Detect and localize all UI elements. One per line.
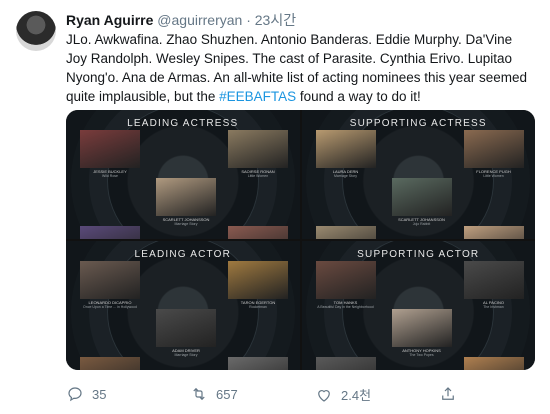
nominee-photo	[156, 178, 216, 216]
tweet-time[interactable]: 23시간	[255, 12, 296, 28]
nominee-film: Jojo Rabbit	[412, 222, 431, 226]
nominee-card: JOE PESCIThe Irishman	[315, 357, 376, 370]
nominee-card: LEONARDO DICAPRIO Once Upon a Time ... in…	[80, 261, 140, 309]
share-icon	[442, 387, 454, 400]
nominee-card: ANTHONY HOPKINS The Two Popes	[391, 309, 452, 357]
nominee-photo	[391, 309, 452, 347]
panel-title: LEADING ACTRESS	[127, 118, 239, 129]
tweet-header: Ryan Aguirre @aguirreryan · 23시간	[66, 11, 296, 29]
panel-title: SUPPORTING ACTRESS	[349, 118, 487, 129]
nominee-card: JOAQUIN PHOENIXJoker	[80, 357, 140, 370]
nominee-film: Little Women	[247, 174, 269, 178]
nominee-photo	[463, 226, 524, 239]
tweet-text-after: found a way to do it!	[296, 89, 421, 104]
tweet-media-image[interactable]: LEADING ACTRESS JESSIE BUCKLEY Wild Rose SA…	[66, 110, 535, 370]
nominee-card: SCARLETT JOHANSSON Marriage Story	[156, 178, 216, 226]
nominee-card: ADAM DRIVER Marriage Story	[156, 309, 216, 357]
nominee-film: A Beautiful Day in the Neighborhood	[317, 305, 374, 309]
nominee-photo	[315, 226, 376, 239]
like-count: 2.4천	[341, 388, 372, 403]
nominee-card: MARGOT ROBBIEOnce Upon a Time ... in Hol…	[463, 226, 524, 239]
nominee-card: MARGOT ROBBIEBombshell	[315, 226, 376, 239]
nominee-photo	[228, 357, 288, 370]
reply-icon	[68, 387, 82, 402]
panel-title: LEADING ACTOR	[134, 249, 232, 260]
nominee-film: Marriage Story	[174, 353, 198, 357]
nominee-film: The Irishman	[483, 305, 504, 309]
reply-button[interactable]: 35	[66, 385, 106, 403]
nominee-photo	[228, 261, 288, 299]
nominee-photo	[80, 226, 140, 239]
nominee-film: Marriage Story	[174, 222, 198, 226]
nominee-film: Little Women	[483, 174, 504, 178]
nominee-card: AL PACINO The Irishman	[463, 261, 524, 309]
nominee-film: Rocketman	[249, 305, 267, 309]
author-handle[interactable]: @aguirreryan	[157, 12, 242, 28]
nominee-card: TOM HANKS A Beautiful Day in the Neighbor…	[315, 261, 376, 309]
author-avatar[interactable]	[16, 11, 56, 51]
panel-title: SUPPORTING ACTOR	[357, 249, 480, 260]
nominee-photo	[315, 130, 376, 168]
nominee-photo	[315, 261, 376, 299]
nominee-film: Wild Rose	[102, 174, 118, 178]
nominee-photo	[80, 130, 140, 168]
nominee-film: Marriage Story	[334, 174, 357, 178]
retweet-icon	[193, 387, 205, 401]
nominee-photo	[315, 357, 376, 370]
nominee-photo	[80, 261, 140, 299]
nominee-card: JESSIE BUCKLEY Wild Rose	[80, 130, 140, 178]
nominee-film: The Two Popes	[409, 353, 434, 357]
nominee-card: JONATHAN PRYCEThe Two Popes	[228, 357, 288, 370]
tweet-actions: 35 657 2.4천	[66, 385, 536, 405]
nominee-card: SCARLETT JOHANSSON Jojo Rabbit	[391, 178, 452, 226]
share-button[interactable]	[439, 385, 457, 403]
author-name[interactable]: Ryan Aguirre	[66, 12, 153, 28]
nominee-photo	[463, 357, 524, 370]
heart-icon	[318, 389, 330, 402]
nominee-card: SAOIRSE RONAN Little Women	[228, 130, 288, 178]
award-panel: SUPPORTING ACTRESS LAURA DERN Marriage Sto…	[301, 110, 535, 239]
nominee-photo	[228, 130, 288, 168]
nominee-card: TARON EGERTON Rocketman	[228, 261, 288, 309]
nominee-card: BRAD PITTOnce Upon a Time ... in Hollywo…	[463, 357, 524, 370]
nominee-card: CHARLIZE THERONBombshell	[80, 226, 140, 239]
nominee-film: Once Upon a Time ... in Hollywood	[83, 305, 137, 309]
nominee-card: RENEE ZELLWEGERJudy	[228, 226, 288, 239]
like-button[interactable]: 2.4천	[315, 385, 371, 404]
nominee-photo	[80, 357, 140, 370]
retweet-count: 657	[216, 386, 238, 402]
retweet-button[interactable]: 657	[190, 385, 238, 403]
nominee-photo	[228, 226, 288, 239]
nominee-card: FLORENCE PUGH Little Women	[463, 130, 524, 178]
award-panel: LEADING ACTOR LEONARDO DICAPRIO Once Upon …	[66, 241, 300, 370]
tweet-text: JLo. Awkwafina. Zhao Shuzhen. Antonio Ba…	[66, 30, 536, 106]
separator-dot: ·	[246, 12, 251, 28]
hashtag-link[interactable]: #EEBAFTAS	[219, 89, 296, 104]
nominee-photo	[463, 261, 524, 299]
award-panel: LEADING ACTRESS JESSIE BUCKLEY Wild Rose SA…	[66, 110, 300, 239]
nominee-photo	[156, 309, 216, 347]
reply-count: 35	[92, 386, 107, 402]
nominee-photo	[391, 178, 452, 216]
nominee-photo	[463, 130, 524, 168]
award-panel: SUPPORTING ACTOR TOM HANKS A Beautiful Day…	[301, 241, 535, 370]
nominee-card: LAURA DERN Marriage Story	[315, 130, 376, 178]
